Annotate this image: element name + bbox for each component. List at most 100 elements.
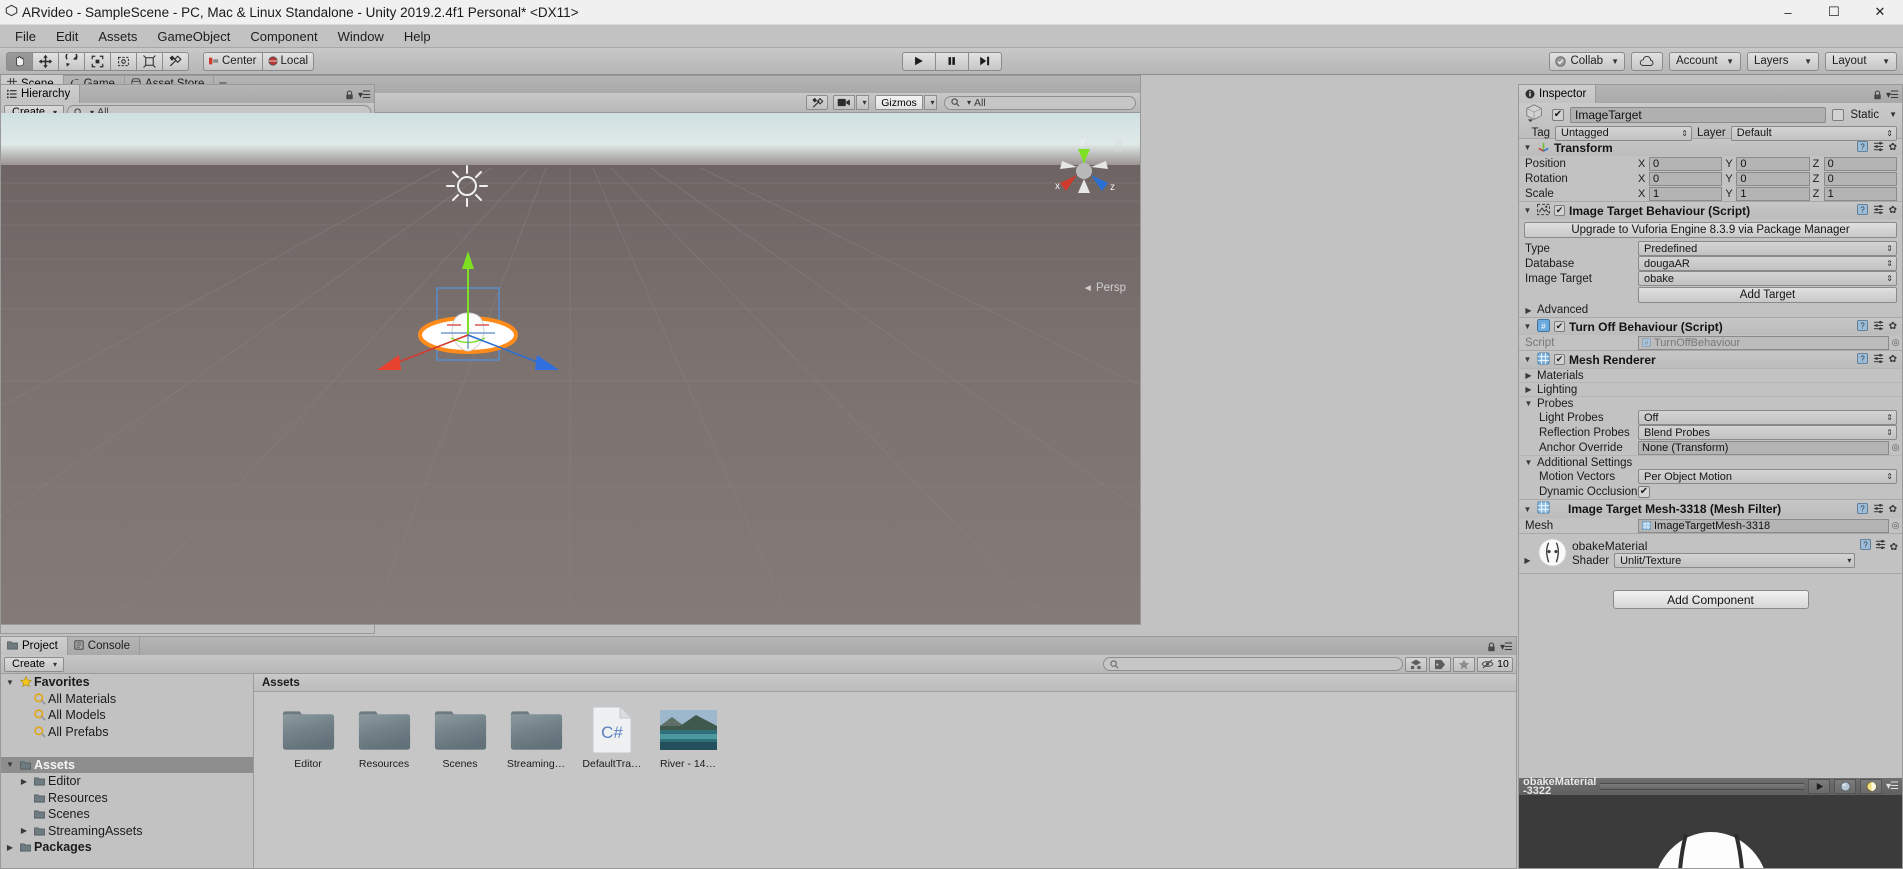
- inspector-preview-area[interactable]: [1519, 795, 1902, 868]
- database-dropdown[interactable]: dougaAR ⇕: [1638, 256, 1897, 271]
- scale-y-input[interactable]: 1: [1736, 186, 1810, 201]
- static-checkbox[interactable]: [1832, 108, 1845, 121]
- add-target-button[interactable]: Add Target: [1638, 286, 1897, 303]
- play-button[interactable]: [901, 51, 936, 71]
- vuforia-upgrade-button[interactable]: Upgrade to Vuforia Engine 8.3.9 via Pack…: [1524, 222, 1897, 238]
- foldout-arrow-icon[interactable]: ▼: [1522, 206, 1533, 215]
- asset-item[interactable]: Scenes: [428, 706, 492, 770]
- maximize-button[interactable]: ☐: [1811, 0, 1857, 25]
- foldout-arrow-icon[interactable]: ▶: [3, 843, 17, 852]
- account-button[interactable]: Account ▼: [1669, 51, 1741, 71]
- minimize-button[interactable]: –: [1765, 0, 1811, 25]
- reflection-probes-dropdown[interactable]: Blend Probes ⇕: [1638, 425, 1897, 440]
- gizmo-search-input[interactable]: ▾ All: [944, 95, 1136, 110]
- scale-x-input[interactable]: 1: [1649, 186, 1723, 201]
- component-header[interactable]: ▼ ✔ Mesh Renderer ? ✿: [1519, 351, 1902, 368]
- preset-icon[interactable]: [1873, 140, 1884, 155]
- scene-tools-button[interactable]: [806, 95, 828, 110]
- help-icon[interactable]: ?: [1856, 203, 1868, 218]
- light-probes-dropdown[interactable]: Off ⇕: [1638, 410, 1897, 425]
- foldout-arrow-icon[interactable]: ▼: [1522, 322, 1533, 331]
- project-tree-item-editor[interactable]: ▶ Editor: [1, 773, 253, 790]
- preview-drag-handle[interactable]: [1600, 783, 1805, 790]
- motion-vectors-dropdown[interactable]: Per Object Motion ⇕: [1638, 469, 1897, 484]
- project-tree-item-all-materials[interactable]: ▶ All Materials: [1, 691, 253, 708]
- preset-icon[interactable]: [1875, 538, 1886, 553]
- script-object-field[interactable]: # TurnOffBehaviour: [1638, 335, 1889, 350]
- mesh-object-field[interactable]: ImageTargetMesh-3318: [1638, 518, 1889, 533]
- additional-settings-foldout[interactable]: ▼ Additional Settings: [1519, 455, 1902, 469]
- layer-dropdown[interactable]: Default ⇕: [1730, 125, 1897, 141]
- foldout-arrow-icon[interactable]: ▼: [1522, 143, 1533, 152]
- close-button[interactable]: ✕: [1857, 0, 1903, 25]
- lock-icon[interactable]: [345, 88, 354, 103]
- image-target-dropdown[interactable]: obake ⇕: [1638, 271, 1897, 286]
- foldout-arrow-icon[interactable]: ▼: [1522, 505, 1533, 514]
- component-header[interactable]: ▼ Image Target Mesh-3318 (Mesh Filter) ?…: [1519, 500, 1902, 518]
- component-header[interactable]: ▼ ✔ Image Target Behaviour (Script) ? ✿: [1519, 202, 1902, 219]
- position-z-input[interactable]: 0: [1823, 156, 1897, 171]
- tab-project[interactable]: Project: [1, 637, 68, 655]
- foldout-arrow-icon[interactable]: ▼: [3, 760, 17, 769]
- gameobject-enabled-checkbox[interactable]: ✔: [1552, 108, 1564, 121]
- lock-icon[interactable]: [1873, 88, 1882, 103]
- scene-camera-button[interactable]: [833, 95, 855, 110]
- inspector-menu-icon[interactable]: ▾☰: [1886, 90, 1899, 101]
- preview-play-button[interactable]: [1808, 779, 1831, 794]
- position-x-input[interactable]: 0: [1649, 156, 1723, 171]
- cloud-button[interactable]: [1631, 51, 1663, 71]
- rotation-z-input[interactable]: 0: [1823, 171, 1897, 186]
- scene-view-axis-gizmo[interactable]: x y z: [1046, 133, 1122, 209]
- menu-item-window[interactable]: Window: [328, 27, 394, 46]
- menu-item-gameobject[interactable]: GameObject: [147, 27, 240, 46]
- preset-icon[interactable]: [1873, 319, 1884, 334]
- menu-item-component[interactable]: Component: [240, 27, 327, 46]
- object-picker-icon[interactable]: ◎: [1889, 442, 1902, 453]
- dynamic-occlusion-checkbox[interactable]: ✔: [1638, 485, 1650, 498]
- gear-icon[interactable]: ✿: [1889, 321, 1897, 332]
- hierarchy-menu-icon[interactable]: ▾☰: [358, 90, 371, 101]
- gizmos-dropdown[interactable]: ▾: [924, 95, 937, 110]
- gameobject-name-field[interactable]: ImageTarget: [1570, 106, 1827, 123]
- project-tree-item-assets[interactable]: ▼ Assets: [1, 756, 253, 773]
- asset-type-filter-button[interactable]: [1405, 656, 1427, 672]
- project-menu-icon[interactable]: ▾☰: [1500, 642, 1513, 653]
- rect-tool-button[interactable]: [110, 51, 137, 71]
- pause-button[interactable]: [934, 51, 969, 71]
- project-tree-item-packages[interactable]: ▶ Packages: [1, 839, 253, 856]
- preset-icon[interactable]: [1873, 352, 1884, 367]
- step-button[interactable]: [967, 51, 1002, 71]
- menu-item-assets[interactable]: Assets: [88, 27, 147, 46]
- scene-camera-dropdown[interactable]: ▾: [856, 95, 869, 110]
- preview-sphere-button[interactable]: [1834, 779, 1857, 794]
- rotation-y-input[interactable]: 0: [1736, 171, 1810, 186]
- layout-button[interactable]: Layout ▼: [1825, 51, 1897, 71]
- project-tree-item-resources[interactable]: ▶ Resources: [1, 790, 253, 807]
- pivot-rotation-button[interactable]: Local: [261, 51, 315, 71]
- scale-z-input[interactable]: 1: [1823, 186, 1897, 201]
- foldout-arrow-icon[interactable]: ▶: [1522, 556, 1533, 565]
- lighting-foldout[interactable]: ▶ Lighting: [1519, 382, 1902, 396]
- gear-icon[interactable]: ✿: [1889, 504, 1897, 515]
- tab-hierarchy[interactable]: Hierarchy: [1, 85, 81, 103]
- project-search-input[interactable]: [1103, 657, 1403, 671]
- component-header[interactable]: ▼ # ✔ Turn Off Behaviour (Script) ? ✿: [1519, 318, 1902, 335]
- foldout-arrow-icon[interactable]: ▼: [1522, 355, 1533, 364]
- project-tree-item-favorites[interactable]: ▼ Favorites: [1, 674, 253, 691]
- custom-tool-button[interactable]: [162, 51, 189, 71]
- menu-item-file[interactable]: File: [5, 27, 46, 46]
- project-tree-item-all-models[interactable]: ▶ All Models: [1, 707, 253, 724]
- project-tree-item-all-prefabs[interactable]: ▶ All Prefabs: [1, 724, 253, 741]
- gear-icon[interactable]: ✿: [1889, 354, 1897, 365]
- gear-icon[interactable]: ✿: [1889, 142, 1897, 153]
- asset-item[interactable]: C# DefaultTra…: [580, 706, 644, 770]
- project-tree-item-streamingassets[interactable]: ▶ StreamingAssets: [1, 823, 253, 840]
- directional-light-gizmo[interactable]: [444, 163, 490, 209]
- tab-inspector[interactable]: Inspector: [1519, 85, 1597, 103]
- rotation-x-input[interactable]: 0: [1649, 171, 1723, 186]
- help-icon[interactable]: ?: [1856, 352, 1868, 367]
- transform-tool-button[interactable]: [136, 51, 163, 71]
- object-picker-icon[interactable]: ◎: [1889, 520, 1902, 531]
- scene-canvas[interactable]: x y z ◄ Persp: [0, 113, 1141, 625]
- move-tool-button[interactable]: [32, 51, 59, 71]
